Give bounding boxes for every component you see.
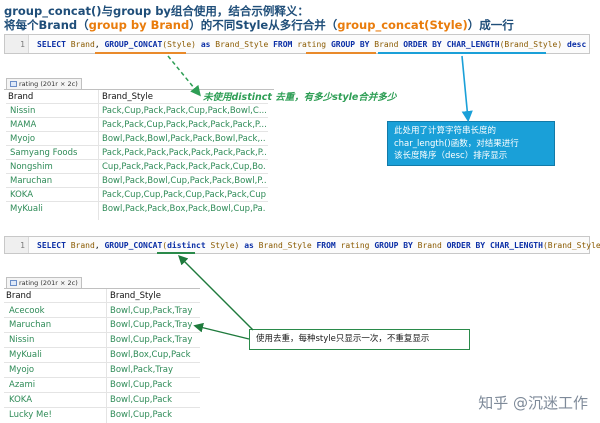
annotation-arrows <box>167 55 473 340</box>
arrow-blue <box>461 55 473 123</box>
arrow-green-to-distinct <box>178 255 254 331</box>
watermark: 知乎 @沉迷工作 <box>478 394 588 412</box>
arrow-green-to-rows <box>193 322 250 340</box>
arrow-dashed-green <box>167 55 201 97</box>
